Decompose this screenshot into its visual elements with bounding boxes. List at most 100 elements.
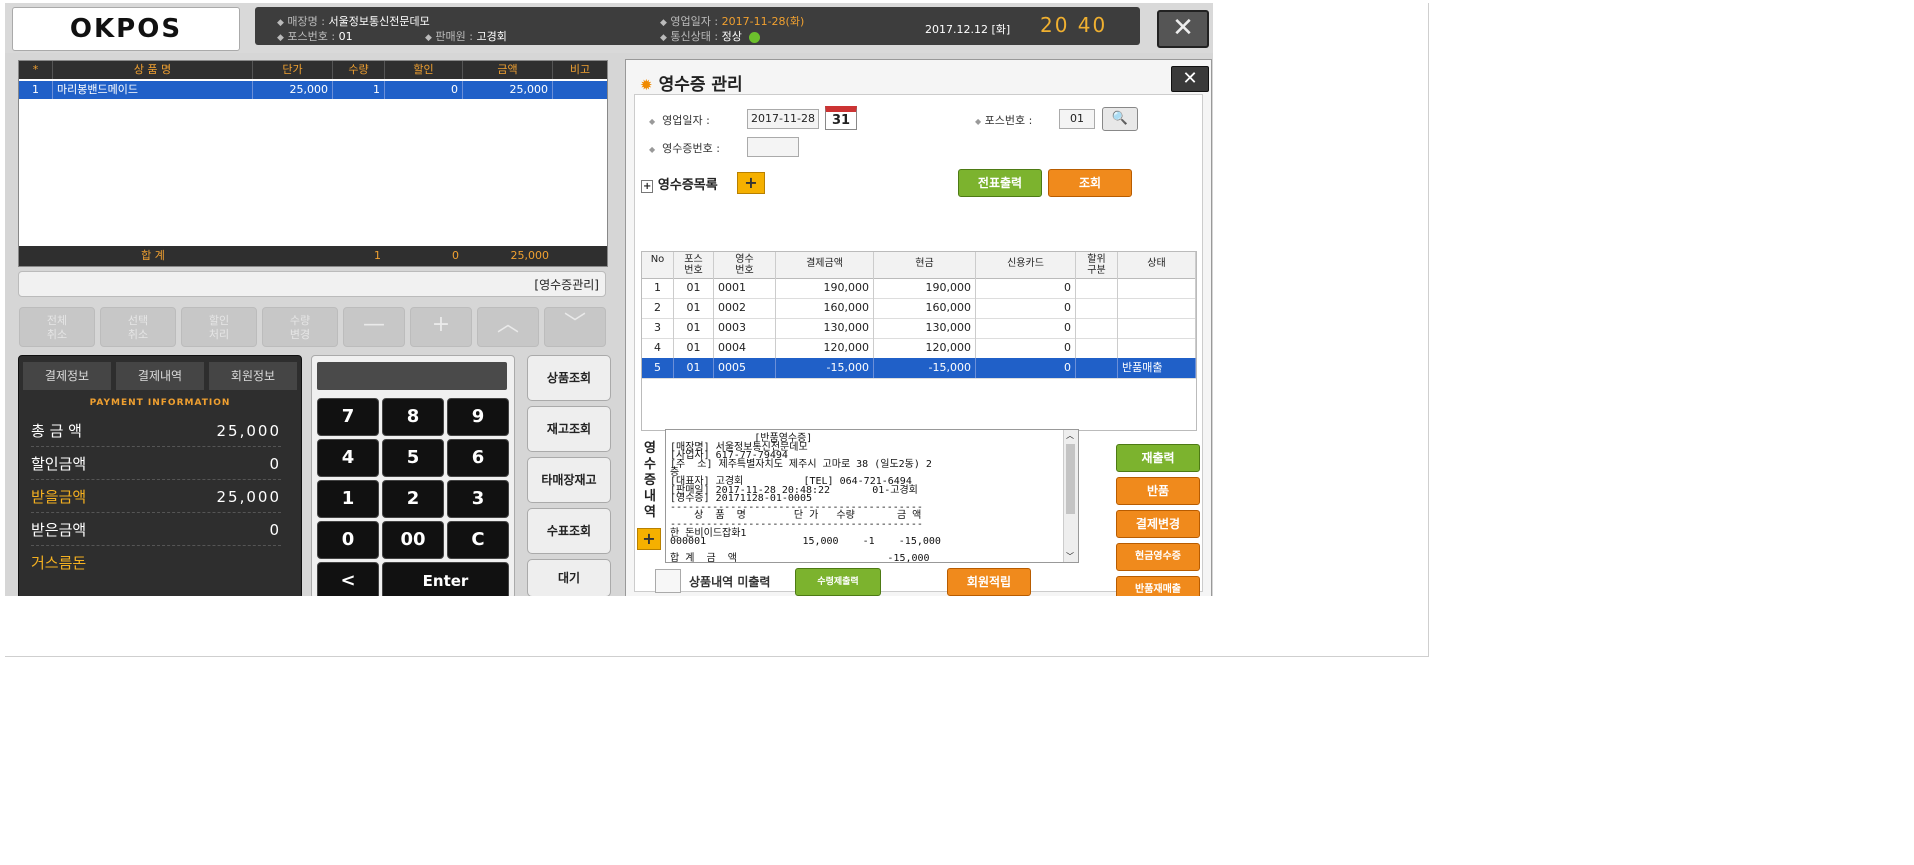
scroll-up-icon[interactable]: ︿	[1066, 430, 1074, 441]
change-qty-button[interactable]: 수량 변경	[262, 307, 338, 347]
key-00[interactable]: 00	[382, 521, 444, 559]
print-slip-button[interactable]: 전표출력	[958, 169, 1042, 197]
product-lookup-button[interactable]: 상품조회	[527, 355, 611, 401]
key-5[interactable]: 5	[382, 439, 444, 477]
expand-icon: +	[641, 180, 654, 193]
scrollbar-thumb[interactable]	[1066, 444, 1075, 514]
key-0[interactable]: 0	[317, 521, 379, 559]
total-amount-row: 총 금 액 25,000	[31, 416, 281, 447]
change-payment-button[interactable]: 결제변경	[1116, 510, 1200, 538]
cancel-all-button[interactable]: 전체 취소	[19, 307, 95, 347]
col-kind: 할위 구분	[1076, 252, 1118, 278]
key-9[interactable]: 9	[447, 398, 509, 436]
query-button[interactable]: 조회	[1048, 169, 1132, 197]
key-2[interactable]: 2	[382, 480, 444, 518]
keypad-display	[317, 362, 507, 390]
discount-amount-label: 할인금액	[31, 455, 87, 473]
numeric-keypad: 7 8 9 4 5 6 1 2 3 0 00 C < Enter	[311, 355, 515, 596]
receipt-cell-pos: 01	[674, 338, 714, 358]
other-store-stock-button[interactable]: 타매장재고	[527, 457, 611, 503]
receipt-cell-kind	[1076, 338, 1118, 358]
key-3[interactable]: 3	[447, 480, 509, 518]
key-1[interactable]: 1	[317, 480, 379, 518]
header-bar: OKPOS ◆ 매장명 : 서울정보통신전문데모 ◆ 포스번호 : 01 ◆ 판…	[5, 3, 1213, 53]
order-row-amount: 25,000	[463, 81, 553, 99]
return-button[interactable]: 반품	[1116, 477, 1200, 505]
receipt-table-row[interactable]: 4 01 0004 120,000 120,000 0	[642, 338, 1196, 359]
close-app-button[interactable]: ✕	[1157, 10, 1209, 48]
scroll-up-button[interactable]: ︿	[477, 307, 539, 347]
return-resale-button[interactable]: 반품재매출	[1116, 576, 1200, 596]
expand-detail-button[interactable]: +	[637, 528, 661, 550]
receipt-cell-receipt: 0004	[714, 338, 776, 358]
scroll-down-icon[interactable]: ﹀	[1066, 551, 1074, 562]
pos-number-label: ◆ 포스번호 :	[975, 114, 1033, 127]
key-4[interactable]: 4	[317, 439, 379, 477]
receipt-cell-no: 4	[642, 338, 674, 358]
plus-button[interactable]: +	[410, 307, 472, 347]
store-name-info: ◆ 매장명 : 서울정보통신전문데모	[277, 15, 430, 28]
hold-button[interactable]: 대기	[527, 559, 611, 596]
check-lookup-button[interactable]: 수표조회	[527, 508, 611, 554]
search-icon[interactable]: 🔍	[1102, 107, 1138, 131]
enter-key[interactable]: Enter	[382, 562, 509, 596]
receipt-table-row[interactable]: 2 01 0002 160,000 160,000 0	[642, 298, 1196, 319]
cash-receipt-button[interactable]: 현금영수증	[1116, 543, 1200, 571]
receipt-preview[interactable]: [반품영수증] [매장명] 서울정보통신전문데모 [사업자] 617-77-7949…	[665, 429, 1079, 563]
key-7[interactable]: 7	[317, 398, 379, 436]
sales-date-field[interactable]: 2017-11-28	[747, 109, 819, 129]
receipt-line: 000001 15,000 -1 -15,000	[670, 536, 941, 548]
receipt-number-label: ◆ 영수증번호 :	[649, 142, 720, 155]
product-print-checkbox[interactable]	[655, 569, 681, 593]
total-amount-label: 총 금 액	[31, 422, 82, 440]
receipt-cell-state	[1118, 338, 1196, 358]
tab-payment-history[interactable]: 결제내역	[116, 362, 204, 390]
receipt-cell-pay: 190,000	[776, 278, 874, 298]
receipt-cell-pay: 160,000	[776, 298, 874, 318]
member-print-button[interactable]: 수령제출력	[795, 568, 881, 596]
receipt-line: 합 계 금 액 -15,000	[670, 553, 930, 563]
logo-text: OKPOS	[69, 14, 183, 44]
reprint-button[interactable]: 재출력	[1116, 444, 1200, 472]
col-header-marker: *	[19, 61, 53, 79]
receipt-scrollbar[interactable]: ︿ ﹀	[1063, 430, 1078, 562]
store-info-bar: ◆ 매장명 : 서울정보통신전문데모 ◆ 포스번호 : 01 ◆ 판매원 : 고…	[255, 7, 1140, 45]
key-clear[interactable]: C	[447, 521, 509, 559]
receipt-cell-pay: 130,000	[776, 318, 874, 338]
receipt-cell-no: 5	[642, 358, 674, 378]
okpos-logo: OKPOS	[12, 7, 240, 51]
receipt-number-field[interactable]	[747, 137, 799, 157]
cancel-selected-button[interactable]: 선택 취소	[100, 307, 176, 347]
key-6[interactable]: 6	[447, 439, 509, 477]
key-8[interactable]: 8	[382, 398, 444, 436]
discount-button[interactable]: 할인 처리	[181, 307, 257, 347]
receipt-table-row[interactable]: 3 01 0003 130,000 130,000 0	[642, 318, 1196, 339]
scroll-down-button[interactable]: ﹀	[544, 307, 606, 347]
col-header-amount: 금액	[463, 61, 553, 79]
order-row[interactable]: 1 마리봉밴드메이드 25,000 1 0 25,000	[19, 81, 607, 99]
receipt-table-row[interactable]: 1 01 0001 190,000 190,000 0	[642, 278, 1196, 299]
tab-member-info[interactable]: 회원정보	[209, 362, 297, 390]
dialog-close-button[interactable]: ✕	[1171, 66, 1209, 92]
add-receipt-button[interactable]: +	[737, 172, 765, 194]
backspace-key[interactable]: <	[317, 562, 379, 596]
receipt-cell-no: 2	[642, 298, 674, 318]
total-label: 합 계	[141, 249, 165, 262]
calendar-icon[interactable]: 31	[825, 106, 857, 130]
col-cash: 현금	[874, 252, 976, 278]
receipt-cell-card: 0	[976, 338, 1076, 358]
receipt-cell-state	[1118, 318, 1196, 338]
pos-number-field[interactable]: 01	[1059, 109, 1095, 129]
status-strip: [영수증관리]	[18, 271, 606, 297]
order-row-price: 25,000	[253, 81, 333, 99]
stock-lookup-button[interactable]: 재고조회	[527, 406, 611, 452]
order-row-name: 마리봉밴드메이드	[53, 81, 253, 99]
receipt-cell-card: 0	[976, 298, 1076, 318]
receipt-table-row[interactable]: 5 01 0005 -15,000 -15,000 0 반품매출	[642, 358, 1196, 379]
receipt-cell-card: 0	[976, 358, 1076, 378]
member-points-button[interactable]: 회원적립	[947, 568, 1031, 596]
receipt-cell-state	[1118, 298, 1196, 318]
gear-icon: ✹	[640, 76, 653, 94]
tab-payment-info[interactable]: 결제정보	[23, 362, 111, 390]
minus-button[interactable]: —	[343, 307, 405, 347]
